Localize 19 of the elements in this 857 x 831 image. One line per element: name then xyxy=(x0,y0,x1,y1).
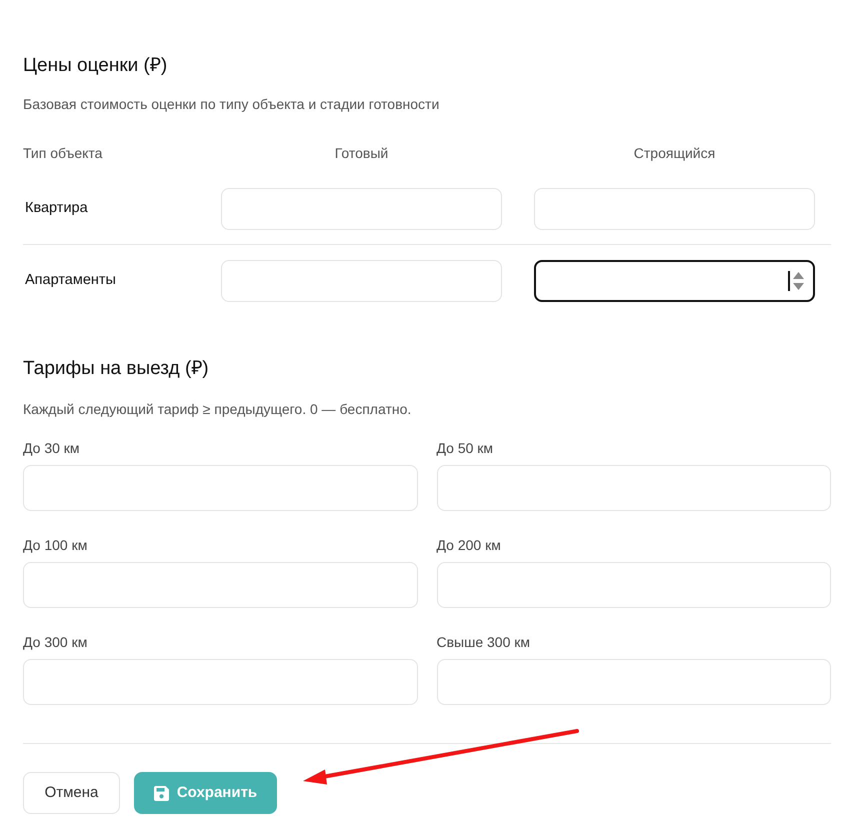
cancel-button[interactable]: Отмена xyxy=(23,772,120,814)
text-cursor-icon xyxy=(788,271,790,291)
section-description: Каждый следующий тариф ≥ предыдущего. 0 — бесплатно. xyxy=(23,400,412,419)
field-label: До 50 км xyxy=(436,439,494,458)
section-title: Цены оценки (₽) xyxy=(23,54,168,78)
field-label: До 100 км xyxy=(23,536,88,555)
row-label: Апартаменты xyxy=(25,271,116,290)
section-title: Тарифы на выезд (₽) xyxy=(23,357,210,381)
row-label: Квартира xyxy=(25,199,88,218)
number-input[interactable] xyxy=(534,260,815,302)
field-label: До 300 км xyxy=(23,633,88,652)
field-label: До 200 км xyxy=(436,536,502,555)
column-header: Готовый xyxy=(334,144,390,163)
column-header: Тип объекта xyxy=(23,144,104,163)
field-label: Свыше 300 км xyxy=(436,633,532,652)
section-description: Базовая стоимость оценки по типу объекта и стадии готовности xyxy=(23,95,440,114)
spinner-arrows-icon[interactable] xyxy=(793,272,804,290)
field-label: До 30 км xyxy=(23,439,81,458)
column-header: Строящийся xyxy=(632,144,716,163)
